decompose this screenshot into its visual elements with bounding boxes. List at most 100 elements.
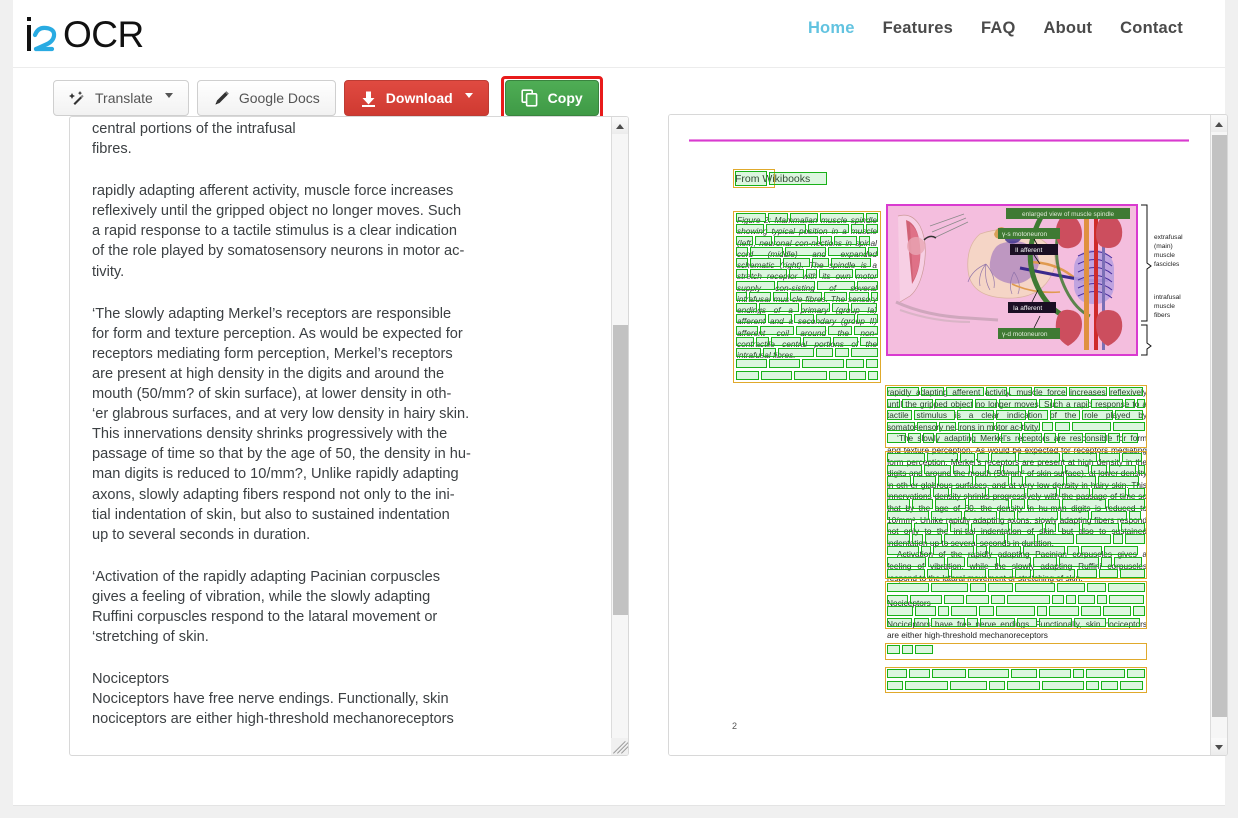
scrollbar-thumb[interactable] <box>613 325 628 615</box>
svg-text:muscle: muscle <box>1154 303 1175 310</box>
ocr-block-box <box>885 667 1147 693</box>
ocr-word-box <box>902 645 913 655</box>
ocr-line: central portions of the intrafusal <box>92 121 296 137</box>
svg-text:extrafusal: extrafusal <box>1154 234 1183 241</box>
ocr-word-box <box>905 680 948 690</box>
svg-text:Ia afferent: Ia afferent <box>1013 305 1042 312</box>
ocr-word-box <box>932 669 966 679</box>
ocr-line: Nociceptors have free nerve endings. Fun… <box>92 691 449 708</box>
document-paragraph: rapidly adapting afferent activity, musc… <box>887 387 1147 432</box>
ocr-line: nociceptors are either high-threshold me… <box>92 711 454 728</box>
document-preview-panel[interactable]: From Wikibooks Figure 2: Mammalian muscl… <box>668 114 1228 756</box>
svg-text:γ-s motoneuron: γ-s motoneuron <box>1002 231 1048 238</box>
nav-item-features[interactable]: Features <box>883 19 953 38</box>
chevron-down-icon <box>164 93 173 98</box>
page-container: OCR Home Features FAQ About Contact Tran… <box>13 0 1228 806</box>
copy-icon <box>521 89 539 107</box>
muscle-spindle-figure: enlarged view of muscle spindle γ-s moto… <box>886 204 1138 356</box>
download-icon <box>360 90 377 107</box>
ocr-word-box <box>1007 680 1040 690</box>
scroll-down-button[interactable] <box>1211 738 1227 755</box>
ocr-block-box <box>885 643 1147 660</box>
ocr-word-box <box>1120 680 1143 690</box>
svg-text:OCR: OCR <box>63 14 144 55</box>
download-button[interactable]: Download <box>343 80 489 116</box>
svg-text:fascicles: fascicles <box>1154 261 1180 268</box>
ocr-word-box <box>909 669 930 679</box>
left-scrollbar[interactable] <box>611 117 628 755</box>
action-toolbar: Translate Google Docs Download Copy <box>53 76 603 120</box>
document-page: From Wikibooks Figure 2: Mammalian muscl… <box>669 115 1210 755</box>
right-scrollbar[interactable] <box>1210 115 1227 755</box>
ocr-line: reflexively until the gripped object no … <box>92 203 462 220</box>
ocr-text-output-panel[interactable]: central portions of the intrafusal fibres… <box>69 116 629 756</box>
ocr-word-box <box>887 645 900 655</box>
svg-text:γ-d motoneuron: γ-d motoneuron <box>1002 331 1048 338</box>
google-docs-label: Google Docs <box>238 90 320 106</box>
ocr-line: are present at high density in the digit… <box>92 365 445 382</box>
ocr-line: Ruffini corpuscles respond to the latara… <box>92 608 438 625</box>
svg-text:muscle: muscle <box>1154 252 1175 259</box>
scroll-up-button[interactable] <box>1211 115 1227 132</box>
ocr-line: rapidly adapting afferent activity, musc… <box>92 183 454 200</box>
ocr-word-box <box>1011 669 1037 679</box>
svg-text:enlarged view of muscle spindl: enlarged view of muscle spindle <box>1022 211 1115 218</box>
scrollbar-thumb[interactable] <box>1212 135 1227 717</box>
nav-item-contact[interactable]: Contact <box>1120 19 1183 38</box>
ocr-paragraph: Nociceptors Nociceptors have free nerve e… <box>92 669 597 729</box>
ocr-line: ‘stretching of skin. <box>92 629 209 646</box>
translate-button[interactable]: Translate <box>53 80 189 116</box>
ocr-word-box <box>950 680 987 690</box>
ocr-word-box <box>1039 669 1071 679</box>
ocr-word-box <box>887 669 907 679</box>
ocr-line: receptors mediating form perception, Mer… <box>92 345 453 362</box>
ocr-line: mouth (50/mm? of skin surface), at lower… <box>92 386 452 403</box>
document-body-text: rapidly adapting afferent activity, musc… <box>887 387 1147 642</box>
ocr-line: axons, slowly adapting fibers respond no… <box>92 486 455 503</box>
ocr-word-box <box>915 645 933 655</box>
ocr-line: gives a feeling of vibration, while the … <box>92 588 431 605</box>
ocr-line: for form and texture perception. As woul… <box>92 325 463 342</box>
ocr-line: ‘er glabrous surfaces, and at very low d… <box>92 406 470 423</box>
svg-text:II afferent: II afferent <box>1015 247 1043 254</box>
pencil-icon <box>213 90 230 107</box>
ocr-paragraph: central portions of the intrafusal fibres… <box>92 119 597 159</box>
ocr-line: of the role played by somatosensory neur… <box>92 243 465 260</box>
figure-side-labels: extrafusal (main) muscle fascicles intra… <box>1141 204 1183 356</box>
ocr-word-box <box>769 172 827 185</box>
translate-label: Translate <box>95 90 153 106</box>
ocr-word-box <box>1101 680 1118 690</box>
ocr-text-content[interactable]: central portions of the intrafusal fibres… <box>70 117 611 755</box>
svg-text:(main): (main) <box>1154 243 1173 250</box>
ocr-word-box <box>1073 669 1084 679</box>
page-number: 2 <box>732 721 738 731</box>
ocr-line: a rapid response to a tactile stimulus i… <box>92 223 458 240</box>
ocr-line: This innervations density shrinks progre… <box>92 426 448 443</box>
ocr-word-box <box>1086 669 1125 679</box>
document-paragraph: Activation of the rapidly adapting Pacin… <box>887 549 1147 583</box>
svg-text:fibers: fibers <box>1154 312 1171 319</box>
google-docs-button[interactable]: Google Docs <box>196 80 336 116</box>
document-body: From Wikibooks Figure 2: Mammalian muscl… <box>669 115 1210 739</box>
ocr-line: Nociceptors <box>92 671 170 688</box>
ocr-line: tial indentation of skin, but also to su… <box>92 506 450 523</box>
site-header: OCR Home Features FAQ About Contact <box>13 0 1225 68</box>
document-paragraph: Nociceptors have free nerve endings. Fun… <box>887 618 1147 641</box>
download-label: Download <box>385 90 453 106</box>
nav-item-about[interactable]: About <box>1044 19 1093 38</box>
ocr-word-box <box>1127 669 1145 679</box>
copy-button[interactable]: Copy <box>504 80 599 116</box>
document-paragraph: Nociceptors <box>887 598 931 609</box>
magic-wand-icon <box>69 90 86 107</box>
ocr-paragraph: rapidly adapting afferent activity, musc… <box>92 181 597 281</box>
site-logo[interactable]: OCR <box>19 8 259 62</box>
ocr-word-box <box>887 680 903 690</box>
resize-grip[interactable] <box>611 738 628 755</box>
ocr-line: ‘The slowly adapting Merkel’s receptors … <box>92 305 452 322</box>
ocr-line: ‘Activation of the rapidly adapting Paci… <box>92 568 441 585</box>
svg-text:intrafusal: intrafusal <box>1154 294 1181 301</box>
scroll-up-button[interactable] <box>612 117 628 134</box>
ocr-paragraph: ‘Activation of the rapidly adapting Paci… <box>92 567 597 647</box>
nav-item-home[interactable]: Home <box>808 19 855 38</box>
nav-item-faq[interactable]: FAQ <box>981 19 1016 38</box>
